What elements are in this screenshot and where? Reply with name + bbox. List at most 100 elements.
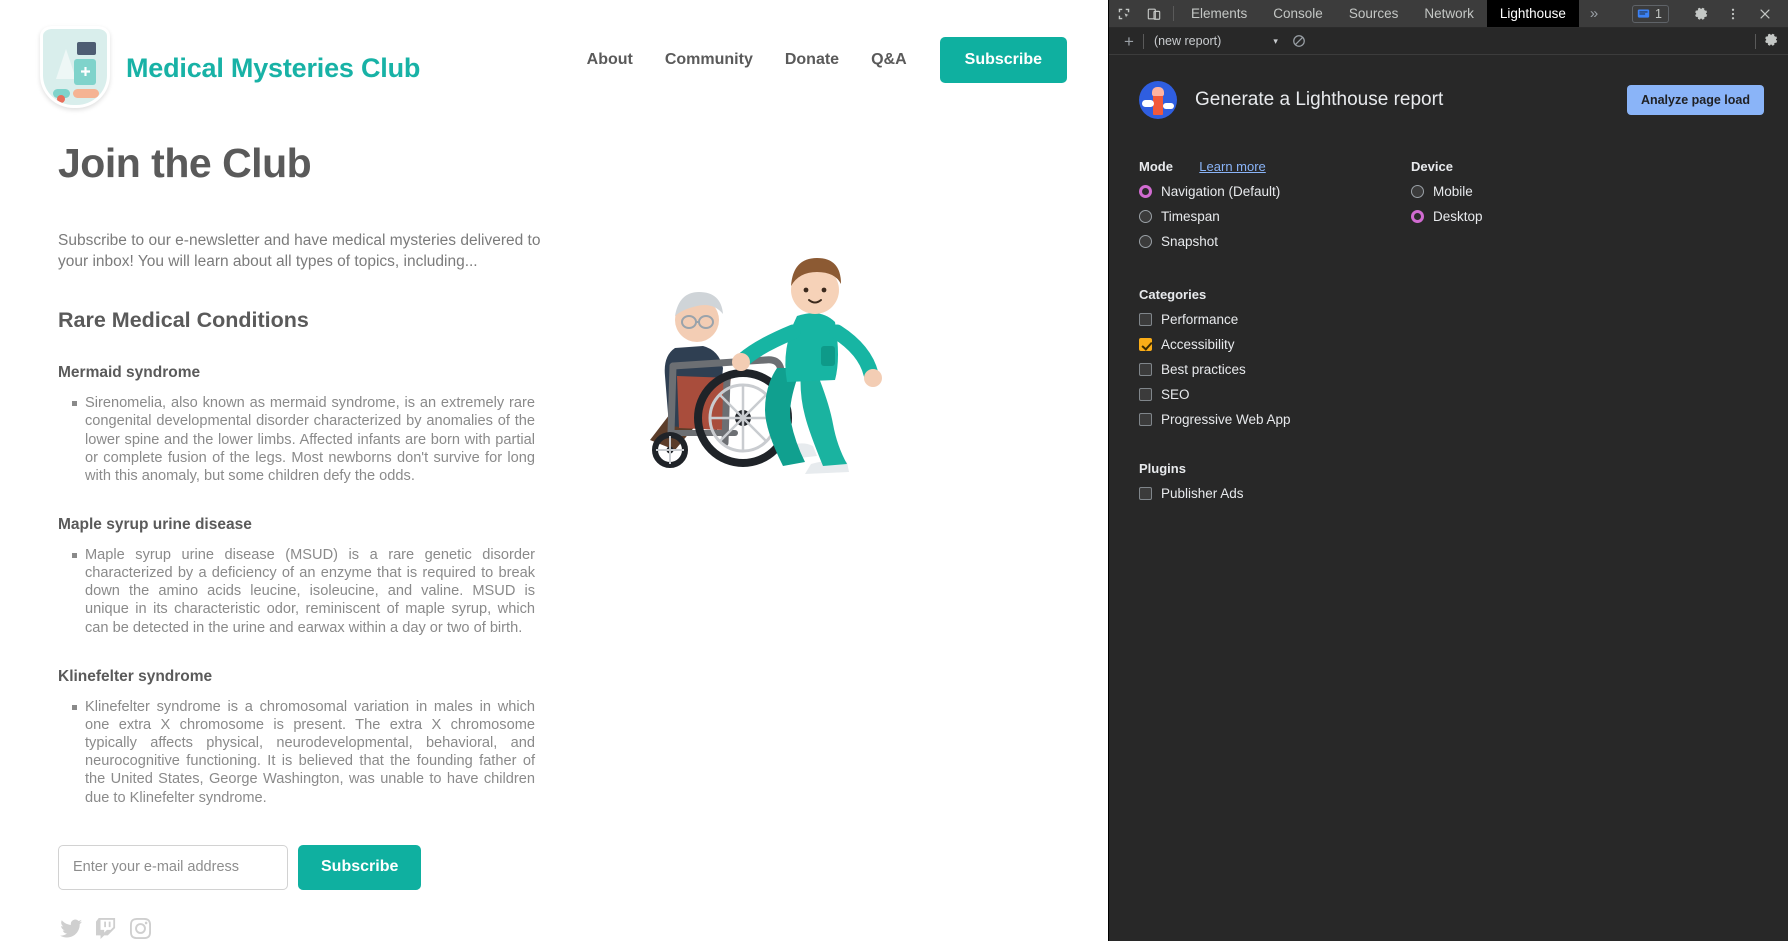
device-section: Device Mobile Desktop	[1411, 159, 1651, 249]
list-item: Maple syrup urine disease (MSUD) is a ra…	[72, 546, 535, 637]
medical-shield-logo[interactable]	[40, 26, 112, 110]
nav-item-about[interactable]: About	[571, 51, 649, 69]
radio-label: Desktop	[1433, 209, 1483, 224]
devtools-panel: Elements Console Sources Network Lightho…	[1108, 0, 1788, 941]
subscribe-submit-button[interactable]: Subscribe	[298, 844, 422, 890]
categories-label: Categories	[1139, 287, 1207, 302]
settings-gear-icon[interactable]	[1686, 6, 1716, 21]
device-label: Device	[1411, 159, 1453, 174]
header-subscribe-button[interactable]: Subscribe	[939, 37, 1067, 83]
main-nav: About Community Donate Q&A Subscribe	[571, 37, 1080, 83]
site-header: Medical Mysteries Club About Community D…	[0, 0, 1108, 118]
nav-item-donate[interactable]: Donate	[769, 51, 855, 69]
radio-label: Mobile	[1433, 184, 1473, 199]
device-toolbar-icon[interactable]	[1139, 0, 1169, 27]
tab-elements[interactable]: Elements	[1178, 0, 1260, 27]
page-body: Join the Club Subscribe to our e-newslet…	[0, 118, 1108, 939]
lighthouse-header: Generate a Lighthouse report Analyze pag…	[1109, 81, 1788, 119]
radio-icon[interactable]	[1139, 185, 1152, 198]
site-brand-title[interactable]: Medical Mysteries Club	[126, 53, 420, 84]
radio-mode-snapshot[interactable]: Snapshot	[1139, 234, 1411, 249]
plugins-section: Plugins Publisher Ads	[1139, 461, 1788, 501]
checkbox-pwa[interactable]: Progressive Web App	[1139, 412, 1788, 427]
devtools-toolbar-right: 1	[1632, 0, 1788, 27]
checkbox-icon[interactable]	[1139, 487, 1152, 500]
settings-gear-icon[interactable]	[1764, 32, 1779, 50]
mode-label: Mode	[1139, 159, 1173, 174]
checkbox-label: Progressive Web App	[1161, 412, 1291, 427]
condition-title-mermaid: Mermaid syndrome	[58, 364, 201, 382]
condition-list-mermaid: Sirenomelia, also known as mermaid syndr…	[58, 394, 585, 485]
checkbox-best-practices[interactable]: Best practices	[1139, 362, 1788, 377]
intro-paragraph: Subscribe to our e-newsletter and have m…	[58, 232, 541, 270]
checkbox-label: SEO	[1161, 387, 1190, 402]
checkbox-icon[interactable]	[1139, 338, 1152, 351]
clear-icon[interactable]	[1284, 34, 1314, 48]
plugins-label: Plugins	[1139, 461, 1186, 476]
radio-mode-navigation[interactable]: Navigation (Default)	[1139, 184, 1411, 199]
more-options-icon[interactable]	[1718, 7, 1748, 21]
checkbox-label: Best practices	[1161, 362, 1246, 377]
nav-item-qa[interactable]: Q&A	[855, 51, 923, 69]
checkbox-accessibility[interactable]: Accessibility	[1139, 337, 1788, 352]
condition-list-msud: Maple syrup urine disease (MSUD) is a ra…	[58, 546, 585, 637]
chevron-down-icon: ▾	[1273, 35, 1278, 46]
lighthouse-subbar: + (new report) ▾	[1109, 28, 1788, 55]
new-report-button[interactable]: +	[1115, 33, 1143, 50]
nurse-pushing-patient-in-wheelchair-illustration	[615, 228, 905, 488]
tab-lighthouse[interactable]: Lighthouse	[1486, 0, 1579, 27]
radio-icon[interactable]	[1411, 210, 1424, 223]
page-title: Join the Club	[58, 140, 312, 186]
devtools-tabbar: Elements Console Sources Network Lightho…	[1109, 0, 1788, 28]
report-select[interactable]: (new report) ▾	[1144, 34, 1284, 48]
lighthouse-title: Generate a Lighthouse report	[1195, 89, 1444, 110]
radio-label: Snapshot	[1161, 234, 1219, 249]
tab-network[interactable]: Network	[1411, 0, 1487, 27]
radio-icon[interactable]	[1411, 185, 1424, 198]
checkbox-icon[interactable]	[1139, 413, 1152, 426]
web-page: Medical Mysteries Club About Community D…	[0, 0, 1108, 941]
tab-console[interactable]: Console	[1260, 0, 1336, 27]
checkbox-label: Accessibility	[1161, 337, 1235, 352]
radio-icon[interactable]	[1139, 210, 1152, 223]
checkbox-publisher-ads[interactable]: Publisher Ads	[1139, 486, 1788, 501]
section-title: Rare Medical Conditions	[58, 308, 309, 333]
list-item: Sirenomelia, also known as mermaid syndr…	[72, 394, 535, 485]
issues-count: 1	[1655, 6, 1662, 21]
report-select-value: (new report)	[1153, 34, 1222, 48]
inspect-element-icon[interactable]	[1109, 0, 1139, 27]
more-tabs-icon[interactable]: »	[1579, 0, 1609, 27]
close-devtools-icon[interactable]	[1750, 7, 1780, 21]
nav-item-community[interactable]: Community	[649, 51, 769, 69]
categories-section: Categories Performance Accessibility Bes…	[1139, 287, 1788, 427]
subbar-divider-2	[1755, 33, 1756, 49]
radio-label: Timespan	[1161, 209, 1220, 224]
instagram-icon[interactable]	[130, 917, 151, 939]
radio-label: Navigation (Default)	[1161, 184, 1281, 199]
subbar-right	[1755, 32, 1788, 50]
checkbox-icon[interactable]	[1139, 313, 1152, 326]
radio-device-mobile[interactable]: Mobile	[1411, 184, 1651, 199]
checkbox-performance[interactable]: Performance	[1139, 312, 1788, 327]
tab-sources[interactable]: Sources	[1336, 0, 1412, 27]
newsletter-form: Subscribe	[58, 844, 585, 890]
radio-device-desktop[interactable]: Desktop	[1411, 209, 1651, 224]
condition-title-msud: Maple syrup urine disease	[58, 516, 252, 533]
checkbox-seo[interactable]: SEO	[1139, 387, 1788, 402]
checkbox-icon[interactable]	[1139, 388, 1152, 401]
radio-mode-timespan[interactable]: Timespan	[1139, 209, 1411, 224]
toolbar-divider	[1173, 6, 1174, 21]
twitch-icon[interactable]	[96, 917, 116, 939]
lighthouse-mode-device-row: Mode Learn more Navigation (Default) Tim…	[1109, 119, 1788, 249]
analyze-page-load-button[interactable]: Analyze page load	[1626, 85, 1764, 115]
list-item: Klinefelter syndrome is a chromosomal va…	[72, 698, 535, 807]
condition-title-klinefelter: Klinefelter syndrome	[58, 667, 213, 685]
checkbox-label: Performance	[1161, 312, 1239, 327]
issues-icon[interactable]: 1	[1632, 4, 1669, 23]
learn-more-link[interactable]: Learn more	[1199, 159, 1265, 174]
checkbox-icon[interactable]	[1139, 363, 1152, 376]
email-input[interactable]	[58, 844, 288, 890]
twitter-icon[interactable]	[60, 919, 82, 938]
radio-icon[interactable]	[1139, 235, 1152, 248]
social-links	[60, 917, 585, 939]
